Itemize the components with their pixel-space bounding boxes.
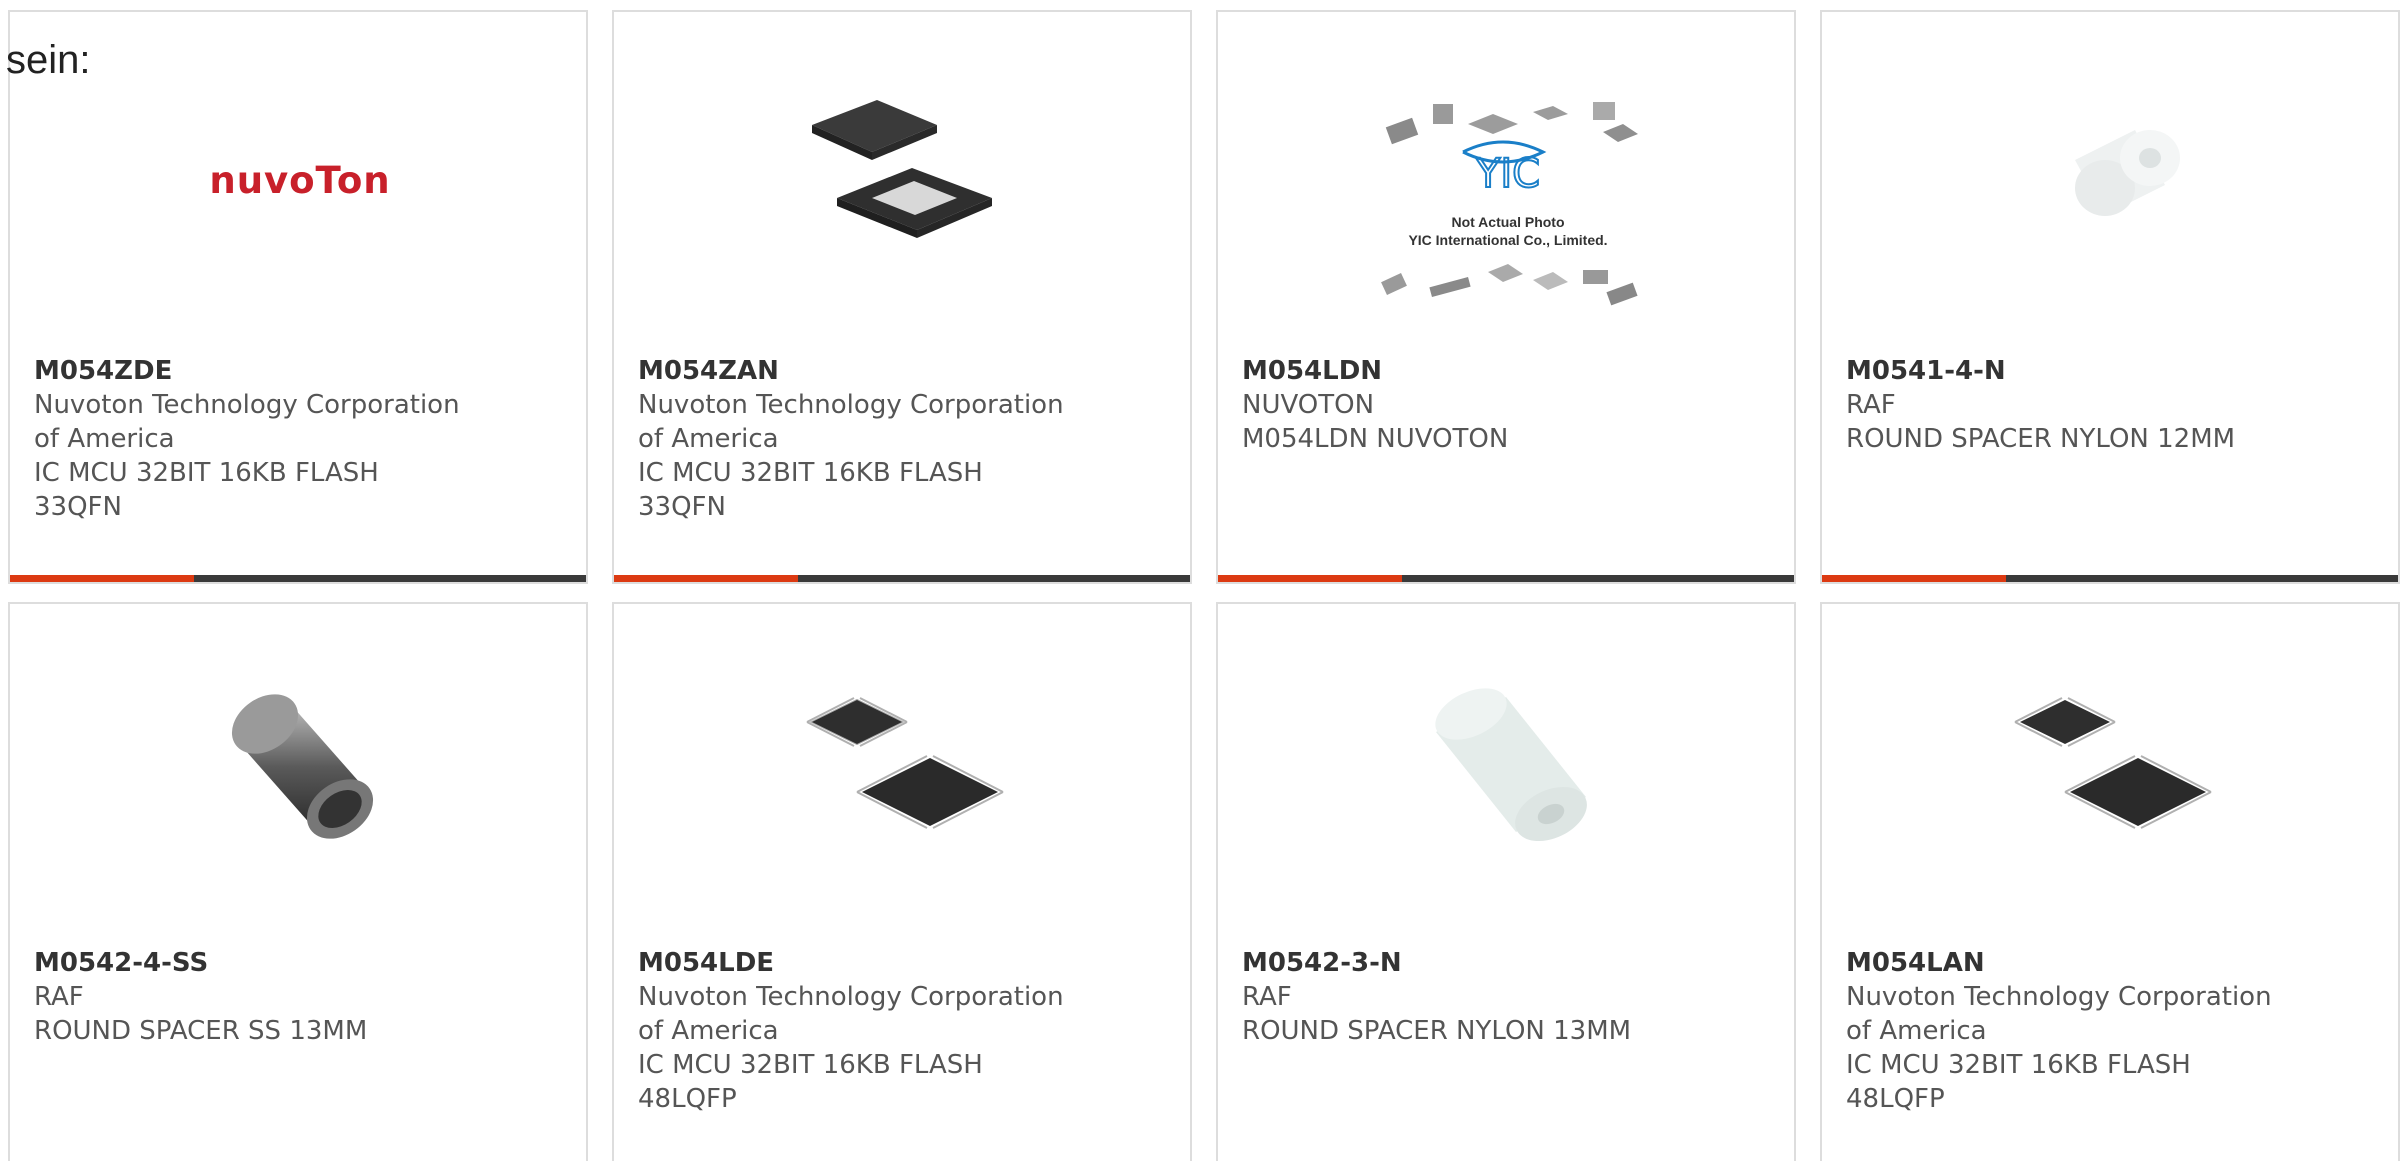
yic-line-1: Not Actual Photo <box>1451 214 1564 230</box>
intro-text: sein: <box>6 38 91 82</box>
product-card[interactable]: YIC Not Actual Photo YIC International C… <box>1216 10 1796 584</box>
product-card[interactable]: M0542-3-N RAF ROUND SPACER NYLON 13MM <box>1216 602 1796 1161</box>
part-number[interactable]: M054LAN <box>1846 946 2286 980</box>
description: IC MCU 32BIT 16KB FLASH 33QFN <box>34 458 379 522</box>
product-image <box>1406 672 1610 876</box>
part-number[interactable]: M0542-4-SS <box>34 946 474 980</box>
product-card[interactable]: M0542-4-SS RAF ROUND SPACER SS 13MM <box>8 602 588 1161</box>
lqfp-chip-icon <box>806 697 1004 829</box>
logo-text: nuvoTon <box>209 159 390 202</box>
product-image: nuvoTon <box>198 80 402 284</box>
part-number[interactable]: M0541-4-N <box>1846 354 2286 388</box>
product-card[interactable]: M054LAN Nuvoton Technology Corporation o… <box>1820 602 2400 1161</box>
nylon-spacer-icon <box>1435 688 1587 842</box>
description: IC MCU 32BIT 16KB FLASH 33QFN <box>638 458 983 522</box>
manufacturer: RAF <box>1846 390 1896 420</box>
card-accent <box>614 575 798 582</box>
description: IC MCU 32BIT 16KB FLASH 48LQFP <box>638 1050 983 1114</box>
card-accent <box>10 575 194 582</box>
card-accent <box>1218 575 1402 582</box>
lqfp-chip-icon <box>2014 697 2212 829</box>
steel-spacer-icon <box>231 694 374 839</box>
product-card[interactable]: M054ZAN Nuvoton Technology Corporation o… <box>612 10 1192 584</box>
product-info: M054LAN Nuvoton Technology Corporation o… <box>1846 946 2286 1116</box>
product-info: M054LDN NUVOTON M054LDN NUVOTON <box>1242 354 1682 456</box>
product-image <box>198 672 402 876</box>
part-number[interactable]: M054ZAN <box>638 354 1078 388</box>
card-bottom-bar <box>1218 575 1794 582</box>
manufacturer: RAF <box>1242 982 1292 1012</box>
product-image <box>2010 672 2214 876</box>
qfn-chip-icon <box>812 100 992 238</box>
manufacturer: Nuvoton Technology Corporation of Americ… <box>34 390 460 454</box>
card-bottom-bar <box>1822 575 2398 582</box>
product-grid: nuvoTon M054ZDE Nuvoton Technology Corpo… <box>8 10 2400 1161</box>
yic-placeholder-icon: YIC Not Actual Photo YIC International C… <box>1381 102 1638 306</box>
product-card[interactable]: M054LDE Nuvoton Technology Corporation o… <box>612 602 1192 1161</box>
part-number[interactable]: M0542-3-N <box>1242 946 1682 980</box>
description: ROUND SPACER SS 13MM <box>34 1016 368 1046</box>
product-card[interactable]: nuvoTon M054ZDE Nuvoton Technology Corpo… <box>8 10 588 584</box>
manufacturer: Nuvoton Technology Corporation of Americ… <box>1846 982 2272 1046</box>
product-image <box>2010 80 2214 284</box>
manufacturer: Nuvoton Technology Corporation of Americ… <box>638 982 1064 1046</box>
product-info: M054ZAN Nuvoton Technology Corporation o… <box>638 354 1078 524</box>
card-bottom-bar <box>10 575 586 582</box>
yic-line-2: YIC International Co., Limited. <box>1408 232 1607 248</box>
description: M054LDN NUVOTON <box>1242 424 1509 454</box>
nylon-spacer-icon <box>2075 130 2180 216</box>
description: IC MCU 32BIT 16KB FLASH 48LQFP <box>1846 1050 2191 1114</box>
product-image: YIC Not Actual Photo YIC International C… <box>1368 92 1648 332</box>
product-info: M0541-4-N RAF ROUND SPACER NYLON 12MM <box>1846 354 2286 456</box>
product-info: M054ZDE Nuvoton Technology Corporation o… <box>34 354 474 524</box>
product-card[interactable]: M0541-4-N RAF ROUND SPACER NYLON 12MM <box>1820 10 2400 584</box>
product-grid-page: sein: nuvoTon M054ZDE Nuvoton Technology… <box>0 0 2400 1161</box>
nuvoton-logo-icon: nuvoTon <box>209 159 390 202</box>
part-number[interactable]: M054ZDE <box>34 354 474 388</box>
product-image <box>802 672 1006 876</box>
manufacturer: Nuvoton Technology Corporation of Americ… <box>638 390 1064 454</box>
product-info: M0542-4-SS RAF ROUND SPACER SS 13MM <box>34 946 474 1048</box>
card-bottom-bar <box>614 575 1190 582</box>
description: ROUND SPACER NYLON 12MM <box>1846 424 2236 454</box>
part-number[interactable]: M054LDN <box>1242 354 1682 388</box>
product-info: M054LDE Nuvoton Technology Corporation o… <box>638 946 1078 1116</box>
part-number[interactable]: M054LDE <box>638 946 1078 980</box>
manufacturer: NUVOTON <box>1242 390 1375 420</box>
svg-text:YIC: YIC <box>1475 151 1540 197</box>
product-image <box>802 80 1006 284</box>
card-accent <box>1822 575 2006 582</box>
product-info: M0542-3-N RAF ROUND SPACER NYLON 13MM <box>1242 946 1682 1048</box>
manufacturer: RAF <box>34 982 84 1012</box>
description: ROUND SPACER NYLON 13MM <box>1242 1016 1632 1046</box>
